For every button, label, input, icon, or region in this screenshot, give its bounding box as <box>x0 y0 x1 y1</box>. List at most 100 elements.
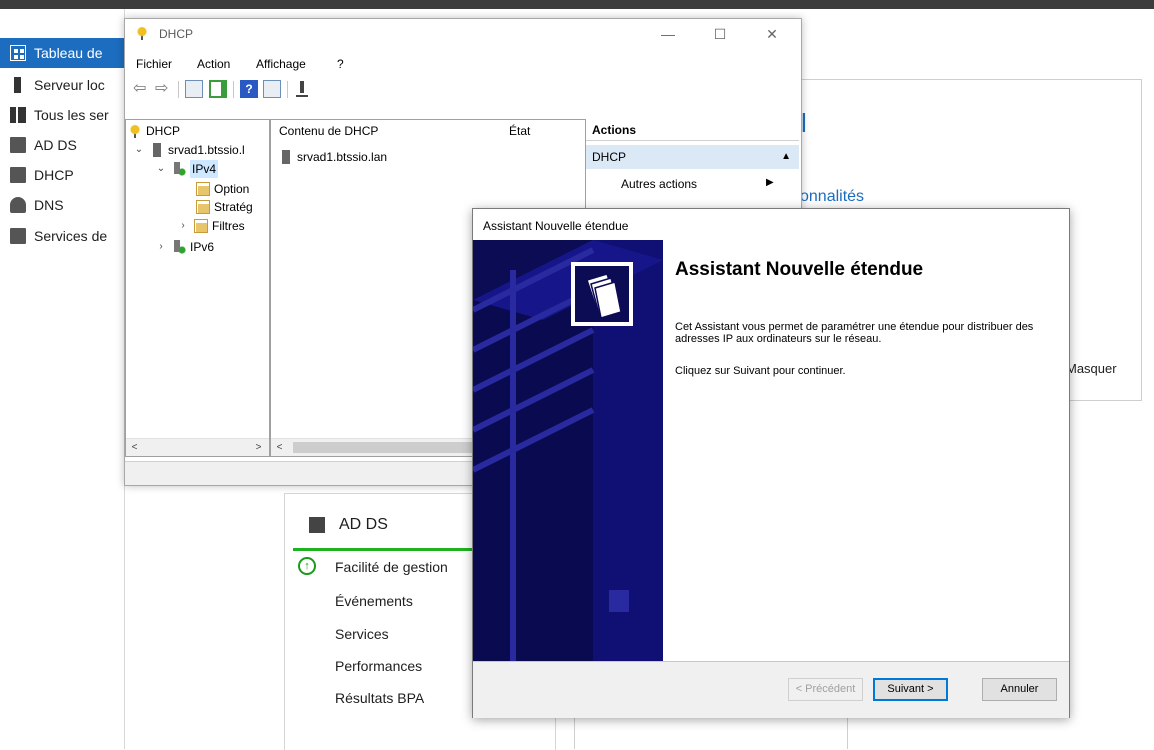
sidebar-item-local-server[interactable]: Serveur loc <box>0 70 124 100</box>
server-icon <box>150 143 164 157</box>
sidebar-item-label: Serveur loc <box>34 77 105 93</box>
show-hide-actions-icon[interactable] <box>263 80 281 98</box>
tile-row-performance[interactable]: Performances <box>335 658 422 674</box>
actions-pane: Actions DHCP ▲ Autres actions ▶ <box>586 119 799 219</box>
export-list-icon[interactable] <box>209 80 227 98</box>
show-hide-tree-icon[interactable] <box>185 80 203 98</box>
cancel-button[interactable]: Annuler <box>982 678 1057 701</box>
options-folder-icon <box>196 182 210 196</box>
column-header-content[interactable]: Contenu de DHCP <box>279 120 378 142</box>
dhcp-role-icon <box>10 167 26 183</box>
scroll-left-icon[interactable]: < <box>126 439 143 456</box>
scroll-right-icon[interactable]: > <box>250 439 267 456</box>
menu-action[interactable]: Action <box>197 57 230 71</box>
sidebar-item-file-services[interactable]: Services de <box>0 221 124 251</box>
sidebar-item-label: Tableau de <box>34 45 103 61</box>
column-header-state[interactable]: État <box>509 120 530 142</box>
sidebar-item-ad-ds[interactable]: AD DS <box>0 130 124 160</box>
server-icon <box>279 150 293 164</box>
sidebar-item-label: DNS <box>34 197 64 213</box>
server-manager-top-bar <box>0 0 1154 9</box>
wizard-banner-image <box>473 240 663 661</box>
wizard-footer: < Précédent Suivant > Annuler <box>473 661 1069 718</box>
server-icon <box>14 77 21 93</box>
arrow-up-circle-icon: ↑ <box>298 557 316 575</box>
tile-row-manageability[interactable]: Facilité de gestion <box>335 559 448 575</box>
policies-folder-icon <box>196 200 210 214</box>
more-actions-item[interactable]: Autres actions ▶ <box>621 177 774 191</box>
back-arrow-icon[interactable]: ⇦ <box>133 80 151 98</box>
sidebar-item-dhcp[interactable]: DHCP <box>0 160 124 190</box>
server-tower-illustration <box>473 240 663 661</box>
window-title: DHCP <box>159 27 194 41</box>
sidebar-item-label: AD DS <box>34 137 77 153</box>
ipv4-icon <box>172 162 186 176</box>
sidebar-item-label: Services de <box>34 228 108 244</box>
maximize-button[interactable]: ☐ <box>697 19 743 49</box>
filter-folder-icon <box>194 219 208 233</box>
dhcp-icon <box>128 124 142 138</box>
ad-ds-tile-title[interactable]: AD DS <box>309 516 388 534</box>
actions-section-dhcp[interactable]: DHCP ▲ <box>586 145 799 169</box>
sidebar-item-all-servers[interactable]: Tous les ser <box>0 100 124 130</box>
chevron-right-icon[interactable]: › <box>156 238 166 256</box>
list-item[interactable]: srvad1.btssio.lan <box>279 148 387 166</box>
wizard-description: Cet Assistant vous permet de paramétrer … <box>675 321 1034 345</box>
welcome-subtitle-partial: onnalités <box>800 188 865 205</box>
sidebar-item-dashboard[interactable]: Tableau de <box>0 38 124 68</box>
new-scope-wizard-dialog: Assistant Nouvelle étendue Assistant Nou… <box>472 208 1070 718</box>
dhcp-icon <box>135 26 149 40</box>
toolbar-separator <box>233 81 234 98</box>
next-button[interactable]: Suivant > <box>873 678 948 701</box>
tree-item-policies[interactable]: Stratég <box>196 198 253 216</box>
tree-item-ipv4[interactable]: ⌄ IPv4 <box>156 160 219 178</box>
chevron-down-icon[interactable]: ⌄ <box>156 160 166 178</box>
tile-row-services[interactable]: Services <box>335 626 389 642</box>
tree-item-server-options[interactable]: Option <box>196 180 249 198</box>
chevron-down-icon[interactable]: ⌄ <box>134 141 144 159</box>
wizard-title: Assistant Nouvelle étendue <box>483 219 629 233</box>
menu-file[interactable]: Fichier <box>136 57 172 71</box>
help-icon[interactable]: ? <box>240 80 258 98</box>
close-button[interactable]: ✕ <box>749 19 795 49</box>
folder-stack-icon <box>571 262 633 326</box>
forward-arrow-icon[interactable]: ⇨ <box>155 80 173 98</box>
menu-view[interactable]: Affichage <box>256 57 306 71</box>
wizard-heading: Assistant Nouvelle étendue <box>675 259 924 280</box>
hide-welcome-link[interactable]: Masquer <box>1066 361 1117 376</box>
server-status-icon[interactable] <box>293 80 311 98</box>
chevron-right-icon[interactable]: › <box>178 217 188 235</box>
ad-ds-icon <box>10 137 26 153</box>
minimize-button[interactable]: — <box>645 19 691 49</box>
wizard-hint: Cliquez sur Suivant pour continuer. <box>675 365 846 377</box>
actions-header: Actions <box>586 119 799 141</box>
sidebar-item-label: Tous les ser <box>34 107 109 123</box>
dashboard-icon <box>10 45 26 61</box>
server-manager-sidebar: Tableau de Serveur loc Tous les ser AD D… <box>0 9 125 749</box>
sidebar-item-label: DHCP <box>34 167 74 183</box>
tree-item-server[interactable]: ⌄ srvad1.btssio.l <box>134 141 245 159</box>
ad-ds-icon <box>309 517 325 533</box>
servers-icon <box>10 107 26 123</box>
tree-item-ipv6[interactable]: › IPv6 <box>156 238 214 256</box>
toolbar: ⇦ ⇨ ? <box>125 77 801 103</box>
scrollbar-thumb[interactable] <box>293 442 473 453</box>
sidebar-item-dns[interactable]: DNS <box>0 190 124 220</box>
ipv6-icon <box>172 240 186 254</box>
tree-horizontal-scrollbar[interactable]: < > <box>126 438 269 456</box>
tree-item-dhcp-root[interactable]: DHCP <box>128 122 180 140</box>
back-button[interactable]: < Précédent <box>788 678 863 701</box>
file-services-icon <box>10 228 26 244</box>
tree-item-filters[interactable]: › Filtres <box>178 217 245 235</box>
tile-row-events[interactable]: Événements <box>335 593 413 609</box>
toolbar-separator <box>287 81 288 98</box>
collapse-up-icon[interactable]: ▲ <box>781 145 791 169</box>
dns-icon <box>10 197 26 213</box>
wizard-title-bar[interactable]: Assistant Nouvelle étendue <box>473 209 1069 239</box>
dhcp-title-bar[interactable]: DHCP — ☐ ✕ <box>125 19 801 53</box>
menu-help[interactable]: ? <box>337 57 344 71</box>
tile-row-bpa[interactable]: Résultats BPA <box>335 690 424 706</box>
toolbar-separator <box>178 81 179 98</box>
submenu-arrow-icon: ▶ <box>766 177 774 188</box>
scroll-left-icon[interactable]: < <box>271 439 288 456</box>
